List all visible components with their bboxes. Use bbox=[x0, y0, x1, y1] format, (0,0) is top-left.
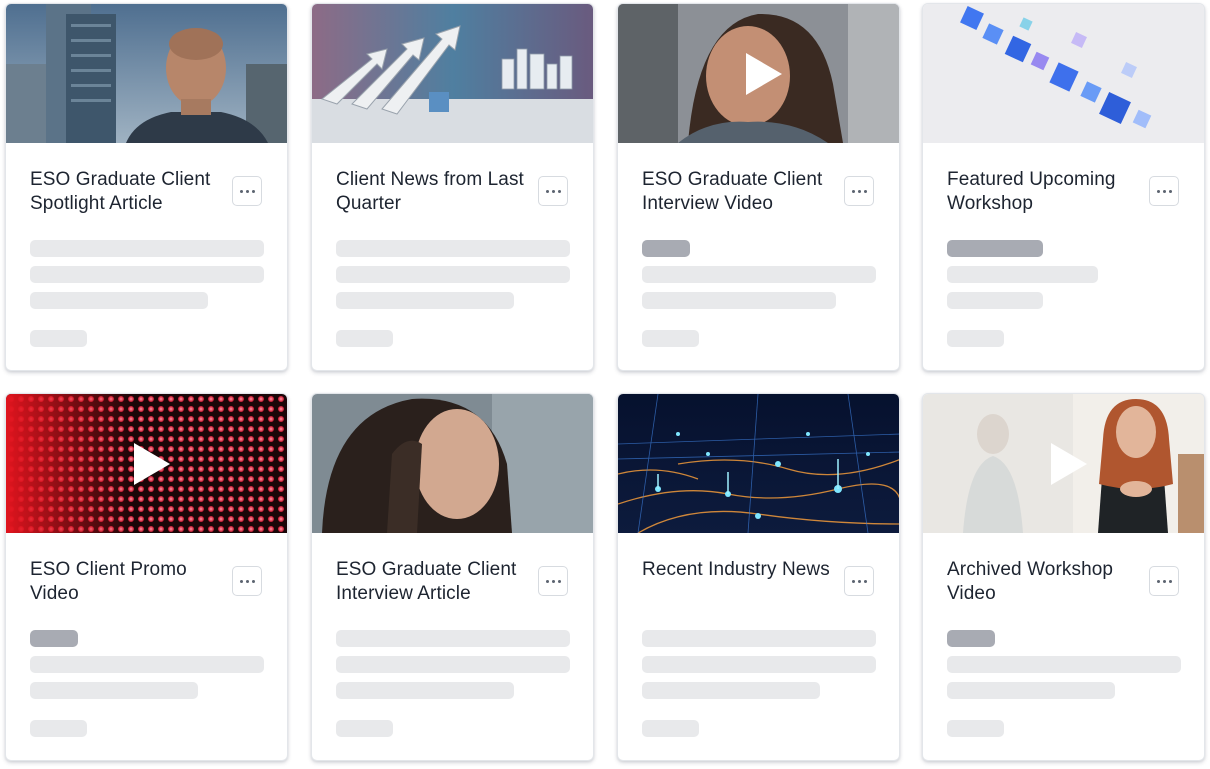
skeleton-footer bbox=[947, 330, 1004, 347]
skeleton-line bbox=[336, 240, 570, 257]
skeleton-footer bbox=[30, 330, 87, 347]
skeleton-line bbox=[336, 682, 514, 699]
card-title[interactable]: Recent Industry News bbox=[642, 558, 832, 582]
skeleton-line bbox=[947, 656, 1181, 673]
card-title[interactable]: Archived Workshop Video bbox=[947, 558, 1137, 606]
card-thumbnail[interactable] bbox=[312, 394, 593, 533]
skeleton-line bbox=[947, 266, 1098, 283]
card-title[interactable]: ESO Graduate Client Interview Video bbox=[642, 168, 832, 216]
content-card-grid: ESO Graduate Client Spotlight Article Cl… bbox=[0, 0, 1210, 769]
more-options-button[interactable] bbox=[232, 176, 262, 206]
content-card[interactable]: Client News from Last Quarter bbox=[311, 3, 594, 371]
skeleton-footer bbox=[336, 330, 393, 347]
card-thumbnail[interactable] bbox=[618, 394, 899, 533]
play-icon[interactable] bbox=[132, 441, 172, 487]
ellipsis-icon bbox=[1156, 189, 1160, 193]
card-thumbnail[interactable] bbox=[923, 4, 1204, 143]
card-thumbnail[interactable] bbox=[6, 4, 287, 143]
content-card[interactable]: Recent Industry News bbox=[617, 393, 900, 761]
skeleton-line bbox=[947, 682, 1115, 699]
skeleton-footer bbox=[947, 720, 1004, 737]
card-thumbnail[interactable] bbox=[312, 4, 593, 143]
more-options-button[interactable] bbox=[538, 566, 568, 596]
card-thumbnail[interactable] bbox=[923, 394, 1204, 533]
skeleton-badge bbox=[30, 630, 78, 647]
ellipsis-icon bbox=[239, 189, 243, 193]
card-title[interactable]: Featured Upcoming Workshop bbox=[947, 168, 1137, 216]
ellipsis-icon bbox=[239, 579, 243, 583]
content-card[interactable]: Archived Workshop Video bbox=[922, 393, 1205, 761]
card-thumbnail[interactable] bbox=[618, 4, 899, 143]
play-icon[interactable] bbox=[1049, 441, 1089, 487]
content-card[interactable]: Featured Upcoming Workshop bbox=[922, 3, 1205, 371]
more-options-button[interactable] bbox=[1149, 176, 1179, 206]
skeleton-line bbox=[642, 266, 876, 283]
more-options-button[interactable] bbox=[232, 566, 262, 596]
skeleton-line bbox=[336, 292, 514, 309]
skeleton-footer bbox=[336, 720, 393, 737]
card-title[interactable]: ESO Graduate Client Interview Article bbox=[336, 558, 526, 606]
card-title[interactable]: ESO Graduate Client Spotlight Article bbox=[30, 168, 220, 216]
ellipsis-icon bbox=[545, 579, 549, 583]
content-card[interactable]: ESO Client Promo Video bbox=[5, 393, 288, 761]
card-title[interactable]: ESO Client Promo Video bbox=[30, 558, 220, 606]
skeleton-line bbox=[336, 656, 570, 673]
skeleton-line bbox=[30, 656, 264, 673]
skeleton-line bbox=[642, 630, 876, 647]
skeleton-footer bbox=[30, 720, 87, 737]
skeleton-line bbox=[642, 682, 820, 699]
more-options-button[interactable] bbox=[844, 176, 874, 206]
ellipsis-icon bbox=[851, 189, 855, 193]
skeleton-line bbox=[30, 240, 264, 257]
skeleton-line bbox=[947, 292, 1043, 309]
ellipsis-icon bbox=[1156, 579, 1160, 583]
content-card[interactable]: ESO Graduate Client Spotlight Article bbox=[5, 3, 288, 371]
skeleton-line bbox=[30, 266, 264, 283]
skeleton-badge bbox=[642, 240, 690, 257]
skeleton-line bbox=[336, 630, 570, 647]
ellipsis-icon bbox=[851, 579, 855, 583]
skeleton-line bbox=[642, 656, 876, 673]
play-icon[interactable] bbox=[744, 51, 784, 97]
skeleton-line bbox=[30, 682, 198, 699]
card-title[interactable]: Client News from Last Quarter bbox=[336, 168, 526, 216]
skeleton-badge bbox=[947, 630, 995, 647]
skeleton-badge bbox=[947, 240, 1043, 257]
more-options-button[interactable] bbox=[844, 566, 874, 596]
skeleton-line bbox=[336, 266, 570, 283]
card-thumbnail[interactable] bbox=[6, 394, 287, 533]
more-options-button[interactable] bbox=[538, 176, 568, 206]
content-card[interactable]: ESO Graduate Client Interview Video bbox=[617, 3, 900, 371]
skeleton-footer bbox=[642, 720, 699, 737]
more-options-button[interactable] bbox=[1149, 566, 1179, 596]
content-card[interactable]: ESO Graduate Client Interview Article bbox=[311, 393, 594, 761]
skeleton-line bbox=[642, 292, 836, 309]
skeleton-footer bbox=[642, 330, 699, 347]
skeleton-line bbox=[30, 292, 208, 309]
ellipsis-icon bbox=[545, 189, 549, 193]
